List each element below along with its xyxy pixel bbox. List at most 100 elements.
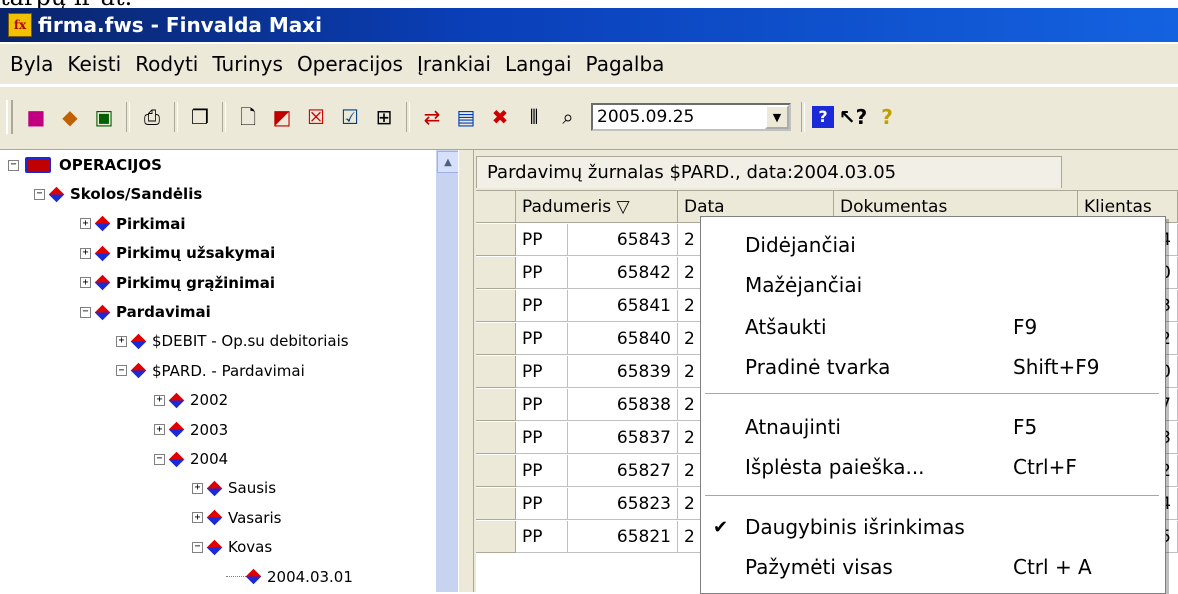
- tree-node[interactable]: + $DEBIT - Op.su debitoriais: [116, 328, 349, 354]
- question-icon[interactable]: ?: [872, 102, 902, 132]
- context-help-icon[interactable]: ↖?: [838, 102, 868, 132]
- context-menu-item[interactable]: Pažymėti visas Ctrl + A: [701, 547, 1163, 587]
- context-menu-item[interactable]: Išplėsta paieška... Ctrl+F: [701, 447, 1163, 487]
- tree-node[interactable]: + Pirkimai: [80, 211, 186, 237]
- context-menu-item[interactable]: Pradinė tvarka Shift+F9: [701, 347, 1163, 387]
- row-selector[interactable]: [476, 257, 516, 289]
- table-cell[interactable]: PP: [516, 323, 568, 355]
- date-combo[interactable]: 2005.09.25 ▼: [591, 103, 791, 131]
- expand-icon[interactable]: +: [192, 482, 203, 494]
- tree-node[interactable]: − 2004: [154, 446, 228, 472]
- menu-item[interactable]: Byla: [0, 52, 60, 76]
- table-cell[interactable]: PP: [516, 290, 568, 322]
- collapse-icon[interactable]: −: [116, 365, 127, 377]
- row-selector[interactable]: [476, 290, 516, 322]
- tree-node[interactable]: − Pardavimai: [80, 299, 211, 325]
- table-cell[interactable]: 65840: [568, 323, 678, 355]
- grid-view-icon[interactable]: ⊞: [369, 102, 399, 132]
- menu-item[interactable]: Keisti: [60, 52, 128, 76]
- tree-node[interactable]: + Pirkimų grąžinimai: [80, 270, 275, 296]
- expand-icon[interactable]: +: [80, 247, 91, 259]
- table-cell[interactable]: 65837: [568, 422, 678, 454]
- context-menu-item[interactable]: Didėjančiai: [701, 225, 1163, 265]
- delete-icon[interactable]: ☒: [301, 102, 331, 132]
- menu-item[interactable]: Turinys: [205, 52, 290, 76]
- menu-item[interactable]: Rodyti: [128, 52, 205, 76]
- collapse-icon[interactable]: −: [80, 306, 91, 318]
- cancel-icon[interactable]: ✖: [485, 102, 515, 132]
- table-cell[interactable]: 65841: [568, 290, 678, 322]
- menu-item[interactable]: Operacijos: [290, 52, 410, 76]
- table-cell[interactable]: 65843: [568, 224, 678, 256]
- tree-node[interactable]: + Vasaris: [192, 505, 281, 531]
- chevron-down-icon[interactable]: ▼: [765, 105, 789, 129]
- row-selector[interactable]: [476, 455, 516, 487]
- expand-icon[interactable]: +: [154, 394, 165, 406]
- table-cell[interactable]: 65827: [568, 455, 678, 487]
- tree-node[interactable]: − OPERACIJOS: [8, 152, 162, 178]
- column-header[interactable]: Padumeris ▽: [516, 191, 678, 223]
- tree-scrollbar[interactable]: ▲: [436, 150, 459, 592]
- table-cell[interactable]: PP: [516, 422, 568, 454]
- new-record-icon[interactable]: ■: [21, 102, 51, 132]
- context-menu-item[interactable]: Mažėjančiai: [701, 265, 1163, 305]
- table-cell[interactable]: 65842: [568, 257, 678, 289]
- columns-icon[interactable]: ⦀: [519, 102, 549, 132]
- row-selector[interactable]: [476, 422, 516, 454]
- expand-icon[interactable]: +: [116, 335, 127, 347]
- print-icon[interactable]: ⎙: [137, 102, 167, 132]
- date-value[interactable]: 2005.09.25: [593, 107, 765, 127]
- form-icon[interactable]: ▤: [451, 102, 481, 132]
- tree-node[interactable]: + Sausis: [192, 475, 276, 501]
- transfer-icon[interactable]: ⇄: [417, 102, 447, 132]
- table-cell[interactable]: 65821: [568, 521, 678, 553]
- collapse-icon[interactable]: −: [34, 188, 45, 200]
- row-selector[interactable]: [476, 356, 516, 388]
- toolbar-grip[interactable]: [6, 100, 13, 134]
- pane-splitter[interactable]: [458, 150, 474, 592]
- row-selector[interactable]: [476, 224, 516, 256]
- row-selector[interactable]: [476, 323, 516, 355]
- open-icon[interactable]: ◆: [55, 102, 85, 132]
- table-cell[interactable]: 65838: [568, 389, 678, 421]
- expand-icon[interactable]: +: [154, 424, 165, 436]
- menu-item[interactable]: Įrankiai: [410, 52, 498, 76]
- save-icon[interactable]: ▣: [89, 102, 119, 132]
- context-menu-item[interactable]: ✔ Daugybinis išrinkimas: [701, 507, 1163, 547]
- table-cell[interactable]: 65823: [568, 488, 678, 520]
- journal-title-tab[interactable]: Pardavimų žurnalas $PARD., data:2004.03.…: [476, 156, 1062, 188]
- tree-node[interactable]: − Skolos/Sandėlis: [34, 181, 202, 207]
- collapse-icon[interactable]: −: [8, 159, 19, 171]
- preview-icon[interactable]: ⌕: [553, 102, 583, 132]
- tree-node[interactable]: − $PARD. - Pardavimai: [116, 358, 305, 384]
- menu-item[interactable]: Langai: [498, 52, 579, 76]
- window-titlebar[interactable]: fx firma.fws - Finvalda Maxi: [0, 8, 1178, 42]
- import-icon[interactable]: ◩: [267, 102, 297, 132]
- tree-node[interactable]: + Pirkimų užsakymai: [80, 240, 275, 266]
- context-menu-item[interactable]: Atnaujinti F5: [701, 407, 1163, 447]
- row-selector[interactable]: [476, 488, 516, 520]
- tree-node[interactable]: +2002: [154, 387, 228, 413]
- expand-icon[interactable]: +: [80, 218, 91, 230]
- expand-icon[interactable]: +: [80, 277, 91, 289]
- tree-node[interactable]: +2003: [154, 417, 228, 443]
- row-selector[interactable]: [476, 389, 516, 421]
- table-cell[interactable]: PP: [516, 389, 568, 421]
- scroll-up-icon[interactable]: ▲: [437, 151, 459, 173]
- collapse-icon[interactable]: −: [192, 541, 203, 553]
- expand-icon[interactable]: +: [192, 512, 203, 524]
- table-cell[interactable]: 65839: [568, 356, 678, 388]
- row-selector[interactable]: [476, 521, 516, 553]
- table-cell[interactable]: PP: [516, 488, 568, 520]
- table-cell[interactable]: PP: [516, 455, 568, 487]
- blank-page-icon[interactable]: 🗋: [233, 102, 263, 132]
- table-cell[interactable]: PP: [516, 521, 568, 553]
- edit-icon[interactable]: ☑: [335, 102, 365, 132]
- table-cell[interactable]: PP: [516, 224, 568, 256]
- table-cell[interactable]: PP: [516, 257, 568, 289]
- tree-node[interactable]: 2004.03.01: [226, 564, 353, 590]
- context-menu-item[interactable]: Atšaukti F9: [701, 307, 1163, 347]
- collapse-icon[interactable]: −: [154, 453, 165, 465]
- help-icon[interactable]: ?: [812, 106, 834, 128]
- table-cell[interactable]: PP: [516, 356, 568, 388]
